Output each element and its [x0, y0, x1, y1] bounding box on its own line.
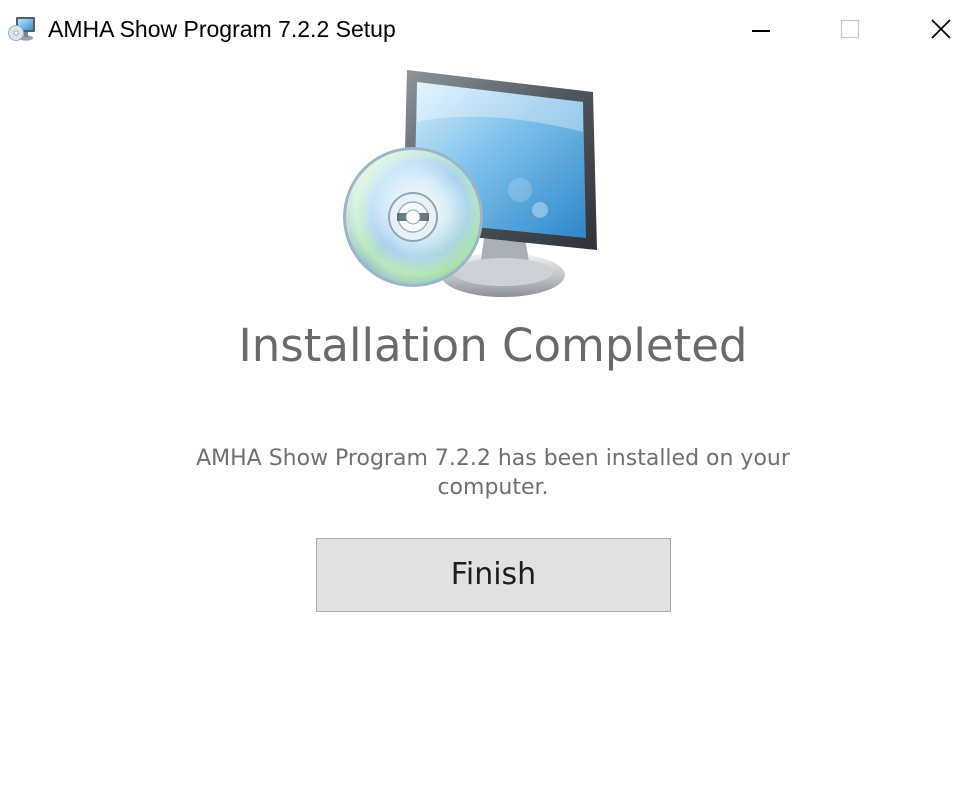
close-button[interactable]: [895, 0, 979, 58]
monitor-with-cd-icon: [343, 70, 597, 297]
completion-message: AMHA Show Program 7.2.2 has been install…: [196, 446, 790, 500]
minimize-icon: [752, 30, 770, 32]
minimize-button[interactable]: [715, 0, 807, 58]
maximize-icon: [840, 19, 860, 39]
installer-window: AMHA Show Program 7.2.2 Setup Installati…: [0, 0, 979, 804]
window-title: AMHA Show Program 7.2.2 Setup: [48, 16, 396, 42]
title-bar: AMHA Show Program 7.2.2 Setup: [0, 0, 979, 58]
setup-monitor-icon: [7, 14, 37, 44]
completion-heading: Installation Completed: [238, 319, 748, 372]
close-icon: [931, 19, 951, 39]
maximize-button: [804, 0, 896, 58]
finish-button[interactable]: Finish: [316, 538, 671, 612]
